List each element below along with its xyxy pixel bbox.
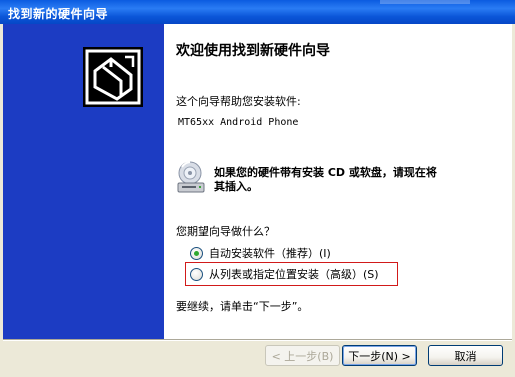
option-manual-install-label[interactable]: 从列表或指定位置安装（高级）(S) [209, 266, 379, 282]
option-manual-install[interactable]: 从列表或指定位置安装（高级）(S) [190, 265, 379, 283]
title-bar[interactable]: 找到新的硬件向导 [0, 0, 515, 24]
cd-prompt-line-2: 其插入。 [214, 180, 258, 193]
window-title: 找到新的硬件向导 [8, 7, 109, 21]
title-bar-background-artifact [380, 0, 470, 4]
wizard-content: 欢迎使用找到新硬件向导 这个向导帮助您安装软件: MT65xx Android … [164, 24, 512, 339]
back-button[interactable]: < 上一步(B) [265, 345, 340, 366]
question-text: 您期望向导做什么？ [176, 225, 275, 238]
intro-text: 这个向导帮助您安装软件: [176, 95, 301, 108]
next-button[interactable]: 下一步(N) > [342, 345, 417, 366]
button-separator [3, 339, 512, 341]
option-auto-install[interactable]: 自动安装软件（推荐）(I) [190, 244, 331, 262]
radio-manual-install[interactable] [190, 267, 203, 281]
continue-hint: 要继续，请单击“下一步”。 [176, 300, 309, 313]
cd-prompt-line-1: 如果您的硬件带有安装 CD 或软盘，请现在将 [214, 166, 437, 179]
cd-drive-icon [177, 161, 205, 193]
cd-prompt: 如果您的硬件带有安装 CD 或软盘，请现在将 其插入。 [214, 166, 494, 194]
radio-auto-install[interactable] [190, 246, 203, 260]
wizard-side-panel [3, 24, 164, 339]
option-auto-install-label[interactable]: 自动安装软件（推荐）(I) [209, 245, 331, 261]
cancel-button[interactable]: 取消 [428, 345, 503, 366]
wizard-heading: 欢迎使用找到新硬件向导 [176, 43, 330, 59]
found-new-hardware-wizard-window: 找到新的硬件向导 欢迎使用找到新硬件向导 这个向导帮助您安装软件: MT65xx… [0, 0, 515, 377]
hardware-wizard-icon [83, 47, 143, 107]
device-name: MT65xx Android Phone [178, 117, 299, 128]
